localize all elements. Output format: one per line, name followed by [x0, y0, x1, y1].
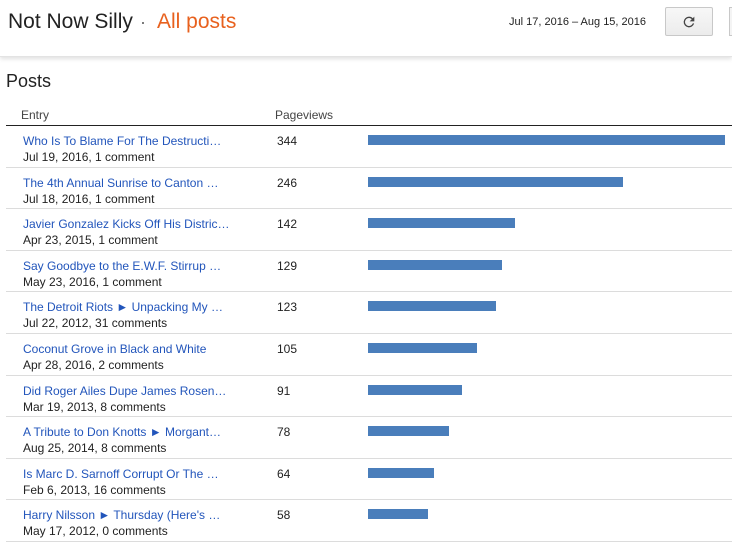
pageviews-bar	[368, 135, 725, 145]
section-title: All posts	[157, 10, 237, 33]
post-title-link[interactable]: Did Roger Ailes Dupe James Rosen…	[23, 384, 243, 398]
table-row: The 4th Annual Sunrise to Canton … Jul 18…	[6, 167, 732, 210]
post-meta: Jul 22, 2012, 31 comments	[23, 316, 168, 331]
pageviews-bar	[368, 218, 515, 229]
pageviews-bar	[368, 384, 462, 395]
table-header: Entry Pageviews	[6, 104, 732, 126]
table-row: Did Roger Ailes Dupe James Rosen… Mar 19,…	[6, 376, 732, 418]
post-meta: Jul 18, 2016, 1 comment	[23, 191, 155, 206]
title-separator: ·	[140, 12, 146, 32]
pageviews-bar	[368, 301, 496, 312]
table-row: Who Is To Blame For The Destructi… Jul 19…	[6, 126, 732, 168]
pageviews-count: 58	[277, 508, 291, 523]
post-title-link[interactable]: Say Goodbye to the E.W.F. Stirrup …	[23, 259, 243, 273]
pageviews-count: 64	[277, 466, 291, 481]
pageviews-count: 123	[277, 300, 298, 315]
pageviews-count: 344	[277, 134, 298, 148]
post-meta: Feb 6, 2013, 16 comments	[23, 482, 166, 497]
post-title-link[interactable]: Coconut Grove in Black and White	[23, 342, 243, 356]
post-meta: Apr 23, 2015, 1 comment	[23, 233, 158, 248]
table-row: The Detroit Riots ► Unpacking My … Jul 22…	[6, 292, 732, 334]
post-title-link[interactable]: Is Marc D. Sarnoff Corrupt Or The …	[23, 467, 243, 481]
post-title-link[interactable]: Javier Gonzalez Kicks Off His Distric…	[23, 217, 243, 231]
post-meta: Mar 19, 2013, 8 comments	[23, 399, 166, 414]
post-meta: Aug 25, 2014, 8 comments	[23, 441, 167, 456]
refresh-button[interactable]	[665, 7, 713, 36]
pageviews-bar	[368, 509, 428, 520]
table-row: Javier Gonzalez Kicks Off His Distric… Ap…	[6, 209, 732, 251]
pageviews-bar	[368, 259, 502, 270]
pageviews-count: 129	[277, 258, 298, 273]
table-row: Say Goodbye to the E.W.F. Stirrup … May 2…	[6, 250, 732, 293]
post-meta: May 23, 2016, 1 comment	[23, 274, 162, 289]
pageviews-bar	[368, 426, 449, 437]
column-header-entry[interactable]: Entry	[21, 108, 49, 122]
pageviews-count: 91	[277, 383, 291, 398]
post-title-link[interactable]: The Detroit Riots ► Unpacking My …	[23, 300, 243, 314]
post-meta: Jul 19, 2016, 1 comment	[23, 150, 155, 164]
table-row: Harry Nilsson ► Thursday (Here's … May 17…	[6, 500, 732, 542]
pageviews-count: 78	[277, 425, 291, 440]
blog-title[interactable]: Not Now Silly	[8, 10, 133, 34]
column-header-pageviews[interactable]: Pageviews	[275, 108, 333, 122]
pageviews-count: 142	[277, 217, 298, 232]
pageviews-bar	[368, 342, 477, 353]
table-body: Who Is To Blame For The Destructi… Jul 19…	[6, 126, 732, 542]
post-title-link[interactable]: Harry Nilsson ► Thursday (Here's …	[23, 508, 243, 522]
posts-table: Entry Pageviews Who Is To Blame For The …	[6, 104, 732, 542]
pageviews-bar	[368, 467, 434, 478]
table-row: Is Marc D. Sarnoff Corrupt Or The … Feb 6…	[6, 459, 732, 501]
pageviews-bar	[368, 176, 623, 187]
post-title-link[interactable]: A Tribute to Don Knotts ► Morgant…	[23, 425, 243, 439]
date-range-selector[interactable]: Jul 17, 2016 – Aug 15, 2016	[509, 16, 646, 28]
pageviews-count: 105	[277, 341, 298, 356]
table-row: Coconut Grove in Black and White Apr 28, …	[6, 333, 732, 376]
post-title-link[interactable]: The 4th Annual Sunrise to Canton …	[23, 176, 243, 190]
table-row: A Tribute to Don Knotts ► Morgant… Aug 25…	[6, 417, 732, 459]
post-meta: Apr 28, 2016, 2 comments	[23, 357, 164, 372]
top-bar: Not Now Silly · All posts Jul 17, 2016 –…	[0, 0, 732, 57]
page-heading: Posts	[6, 71, 52, 91]
post-title-link[interactable]: Who Is To Blame For The Destructi…	[23, 134, 243, 148]
pageviews-count: 246	[277, 175, 298, 190]
refresh-icon	[683, 16, 695, 27]
post-meta: May 17, 2012, 0 comments	[23, 524, 168, 539]
